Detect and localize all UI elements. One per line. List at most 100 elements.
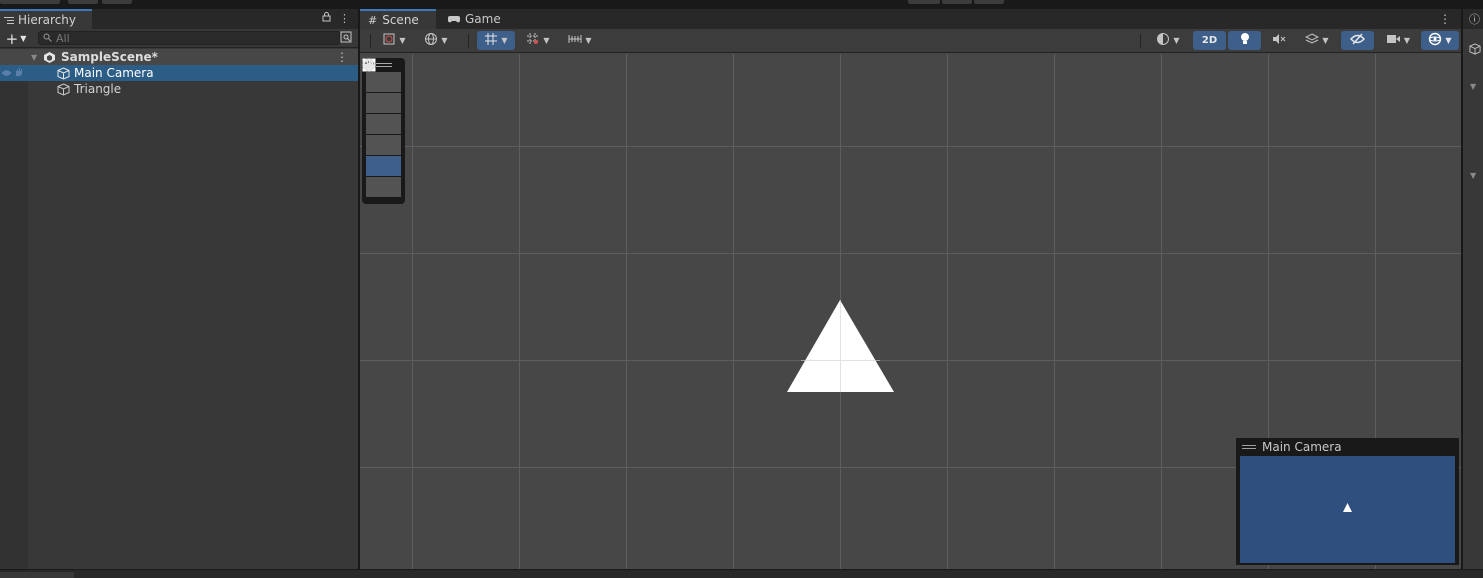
inspector-tab[interactable]: ⓘ [1463,9,1483,29]
chevron-down-icon: ▼ [1403,36,1411,45]
ruler-dropdown[interactable]: ▼ [562,31,598,50]
scene-toolbar: ▼ ▼ ▼ ▼ ▼ ▼ 2D ▼ ▼ ▼ [360,29,1461,53]
chevron-down-icon: ▼ [1445,36,1452,45]
pick-hand-icon[interactable] [14,66,24,80]
account-button[interactable] [0,0,60,4]
hand-tool-button[interactable] [365,59,401,92]
visibility-toggles[interactable] [1,66,24,80]
camera-preview-header[interactable]: Main Camera [1238,440,1457,454]
shading-sphere-icon [1156,32,1170,49]
top-toolbar-strip [0,0,1483,9]
scene-search-icon[interactable] [340,31,352,45]
grid-hash-icon: # [368,13,378,27]
pause-button[interactable] [942,0,972,4]
gizmo-globe-icon [1428,32,1442,49]
scene-menu-icon[interactable]: ⋮ [336,50,348,64]
chevron-down-icon: ▼ [501,36,508,45]
shading-mode-dropdown[interactable]: ▼ [1148,31,1188,50]
tab-game[interactable]: Game [440,9,506,29]
unity-scene-icon [43,51,56,64]
scene-name: SampleScene* [61,50,158,64]
tab-hierarchy[interactable]: Hierarchy [0,9,92,29]
toolbar-separator [370,34,371,48]
drag-handle-icon[interactable] [1242,445,1256,449]
scene-visibility-toggle[interactable] [1341,31,1374,50]
camera-preview: Main Camera [1236,438,1459,565]
rotate-tool-button[interactable] [364,59,401,134]
chevron-down-icon: ▼ [1173,36,1180,45]
toolbar-separator [468,34,469,48]
move-tool-button[interactable] [362,58,401,113]
draw-mode-icon [382,32,396,49]
create-button[interactable]: + ▼ [2,29,30,48]
hierarchy-tree: ▼ SampleScene* ⋮ Main Camera Triangle [0,48,358,569]
chevron-down-icon: ▼ [1322,36,1329,45]
bottom-panel-tabs [0,569,1483,578]
tab-hierarchy-label: Hierarchy [18,13,77,27]
eye-icon[interactable] [1,66,12,80]
snap-increment-icon [526,32,540,49]
cloud-button[interactable] [68,0,98,4]
grid-snap-toggle[interactable]: ▼ [477,31,515,50]
scene-panel: # Scene Game ⋮ ▼ ▼ ▼ ▼ ▼ ▼ 2D ▼ ▼ ▼ Main… [360,9,1461,569]
scene-tabbar: # Scene Game ⋮ [360,9,1461,29]
search-input[interactable] [56,31,316,45]
globe-icon [424,32,438,49]
tab-console[interactable] [84,572,144,578]
camera-preview-render [1240,456,1455,563]
draw-mode-dropdown[interactable]: ▼ [376,31,412,50]
transform-tool-button[interactable] [363,59,401,197]
fold-arrow-icon[interactable]: ▼ [1463,58,1483,91]
hierarchy-search[interactable] [38,31,340,45]
scene-row[interactable]: ▼ SampleScene* ⋮ [0,49,358,65]
2d-mode-toggle[interactable]: 2D [1193,31,1226,50]
drag-handle-icon[interactable] [375,63,392,67]
gizmos-dropdown[interactable]: ▼ [1421,31,1459,50]
gameobject-cube-icon [57,66,70,80]
ruler-icon [568,32,582,49]
lightbulb-icon [1239,32,1251,49]
toolbar-separator [1140,34,1141,48]
step-button[interactable] [974,0,1004,4]
hierarchy-tabbar: Hierarchy ⋮ [0,9,358,29]
panel-menu-icon[interactable]: ⋮ [1439,12,1451,26]
fold-arrow-icon[interactable]: ▼ [1463,91,1483,180]
speaker-muted-icon [1272,33,1286,48]
list-item-label: Main Camera [74,66,154,80]
incremental-snap-dropdown[interactable]: ▼ [520,31,556,50]
plus-icon: + [5,29,19,48]
audio-toggle[interactable] [1264,31,1294,50]
lighting-toggle[interactable] [1228,31,1261,50]
layers-effects-icon [1305,32,1320,49]
list-item[interactable]: Triangle [0,81,358,97]
hierarchy-panel: Hierarchy ⋮ +▼ ▼ SampleScene* ⋮ [0,9,358,569]
list-item-label: Triangle [74,82,122,96]
hierarchy-toolbar: + ▼ [0,29,358,48]
play-button[interactable] [908,0,940,4]
chevron-down-icon: ▼ [399,36,406,45]
scene-viewport[interactable]: Main Camera [360,54,1461,569]
rect-tool-button[interactable] [362,58,401,176]
chevron-down-icon: ▼ [543,36,550,45]
tab-scene[interactable]: # Scene [360,9,436,29]
tools-overlay [362,58,405,204]
camera-preview-title: Main Camera [1262,440,1342,454]
lock-icon[interactable] [322,12,331,25]
scale-tool-button[interactable] [362,58,401,155]
fold-arrow-icon[interactable]: ▼ [31,53,37,62]
chevron-down-icon: ▼ [441,36,448,45]
tab-project[interactable] [0,572,74,578]
gameobject-cube-icon [57,82,70,96]
video-camera-icon [1386,34,1401,47]
search-icon [43,32,52,45]
list-item[interactable]: Main Camera [0,65,358,81]
effects-dropdown[interactable]: ▼ [1298,31,1336,50]
settings-button[interactable] [102,0,132,4]
gamepad-icon [448,12,460,26]
info-icon: ⓘ [1469,13,1480,26]
panel-menu-icon[interactable]: ⋮ [339,12,350,25]
camera-settings-dropdown[interactable]: ▼ [1378,31,1418,50]
eye-slash-icon [1349,33,1366,48]
global-local-dropdown[interactable]: ▼ [418,31,454,50]
tab-scene-label: Scene [382,13,419,27]
